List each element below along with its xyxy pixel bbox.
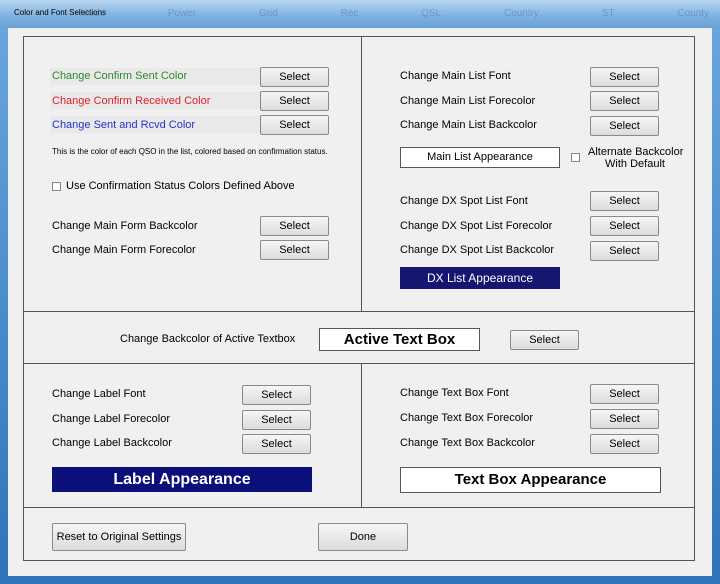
- ghost-col: ST: [601, 8, 615, 19]
- select-main-form-backcolor-button[interactable]: Select: [260, 216, 329, 236]
- select-dx-spot-font-button[interactable]: Select: [590, 191, 659, 211]
- select-confirm-sent-button[interactable]: Select: [260, 67, 329, 87]
- textbox-appearance-preview: Text Box Appearance: [400, 467, 661, 493]
- select-label-font-button[interactable]: Select: [242, 385, 311, 405]
- done-button[interactable]: Done: [318, 523, 408, 551]
- alternate-backcolor-label-line1: Alternate Backcolor: [588, 146, 684, 158]
- app-window: Color and Font Selections Mode Power Gri…: [0, 0, 720, 584]
- textbox-forecolor-label: Change Text Box Forecolor: [400, 412, 534, 424]
- ghost-col: Rec: [340, 8, 359, 19]
- sent-rcvd-label: Change Sent and Rcvd Color: [52, 119, 196, 131]
- background-list-header: Mode Power Grid Rec QSL Country ST Count…: [80, 8, 709, 22]
- select-textbox-forecolor-button[interactable]: Select: [590, 409, 659, 429]
- ghost-col: County: [677, 8, 710, 19]
- confirm-sent-label: Change Confirm Sent Color: [52, 70, 188, 82]
- select-dx-spot-backcolor-button[interactable]: Select: [590, 241, 659, 261]
- divider-middle-bottom: [23, 363, 695, 364]
- label-appearance-preview: Label Appearance: [52, 467, 312, 492]
- title-bar: Color and Font Selections Mode Power Gri…: [0, 0, 720, 28]
- textbox-backcolor-label: Change Text Box Backcolor: [400, 437, 535, 449]
- ghost-col: Mode: [80, 8, 106, 19]
- select-label-backcolor-button[interactable]: Select: [242, 434, 311, 454]
- dx-list-appearance-preview: DX List Appearance: [400, 267, 560, 289]
- select-main-list-forecolor-button[interactable]: Select: [590, 91, 659, 111]
- reset-to-original-button[interactable]: Reset to Original Settings: [52, 523, 186, 551]
- main-form-forecolor-label: Change Main Form Forecolor: [52, 244, 196, 256]
- main-list-forecolor-label: Change Main List Forecolor: [400, 95, 536, 107]
- select-label-forecolor-button[interactable]: Select: [242, 410, 311, 430]
- select-sent-rcvd-button[interactable]: Select: [260, 115, 329, 135]
- dx-spot-backcolor-label: Change DX Spot List Backcolor: [400, 244, 555, 256]
- ghost-col: Grid: [258, 8, 278, 19]
- use-confirm-colors-label: Use Confirmation Status Colors Defined A…: [66, 180, 295, 192]
- label-backcolor-label: Change Label Backcolor: [52, 437, 172, 449]
- main-form-backcolor-label: Change Main Form Backcolor: [52, 220, 198, 232]
- ghost-col: Country: [504, 8, 540, 19]
- label-font-label: Change Label Font: [52, 388, 146, 400]
- main-list-font-label: Change Main List Font: [400, 70, 511, 82]
- main-list-appearance-preview: Main List Appearance: [400, 147, 560, 168]
- select-main-list-font-button[interactable]: Select: [590, 67, 659, 87]
- confirmation-note: This is the color of each QSO in the lis…: [52, 147, 328, 156]
- divider-footer: [23, 507, 695, 508]
- alternate-backcolor-label-line2: With Default: [605, 158, 665, 170]
- label-forecolor-label: Change Label Forecolor: [52, 413, 171, 425]
- divider-bottom-vertical: [361, 363, 362, 507]
- dx-spot-font-label: Change DX Spot List Font: [400, 195, 528, 207]
- ghost-col: QSL: [421, 8, 442, 19]
- select-main-form-forecolor-button[interactable]: Select: [260, 240, 329, 260]
- divider-middle-top: [23, 311, 695, 312]
- active-textbox-backcolor-label: Change Backcolor of Active Textbox: [120, 333, 296, 345]
- ghost-col: Power: [167, 8, 197, 19]
- use-confirm-colors-checkbox[interactable]: [52, 182, 61, 191]
- dx-spot-forecolor-label: Change DX Spot List Forecolor: [400, 220, 553, 232]
- select-textbox-font-button[interactable]: Select: [590, 384, 659, 404]
- alternate-backcolor-checkbox[interactable]: [571, 153, 580, 162]
- select-active-textbox-button[interactable]: Select: [510, 330, 579, 350]
- textbox-font-label: Change Text Box Font: [400, 387, 509, 399]
- select-dx-spot-forecolor-button[interactable]: Select: [590, 216, 659, 236]
- confirm-received-label: Change Confirm Received Color: [52, 95, 211, 107]
- active-text-box-preview: Active Text Box: [319, 328, 480, 351]
- select-confirm-received-button[interactable]: Select: [260, 91, 329, 111]
- main-list-backcolor-label: Change Main List Backcolor: [400, 119, 537, 131]
- divider-top-vertical: [361, 36, 362, 311]
- select-main-list-backcolor-button[interactable]: Select: [590, 116, 659, 136]
- select-textbox-backcolor-button[interactable]: Select: [590, 434, 659, 454]
